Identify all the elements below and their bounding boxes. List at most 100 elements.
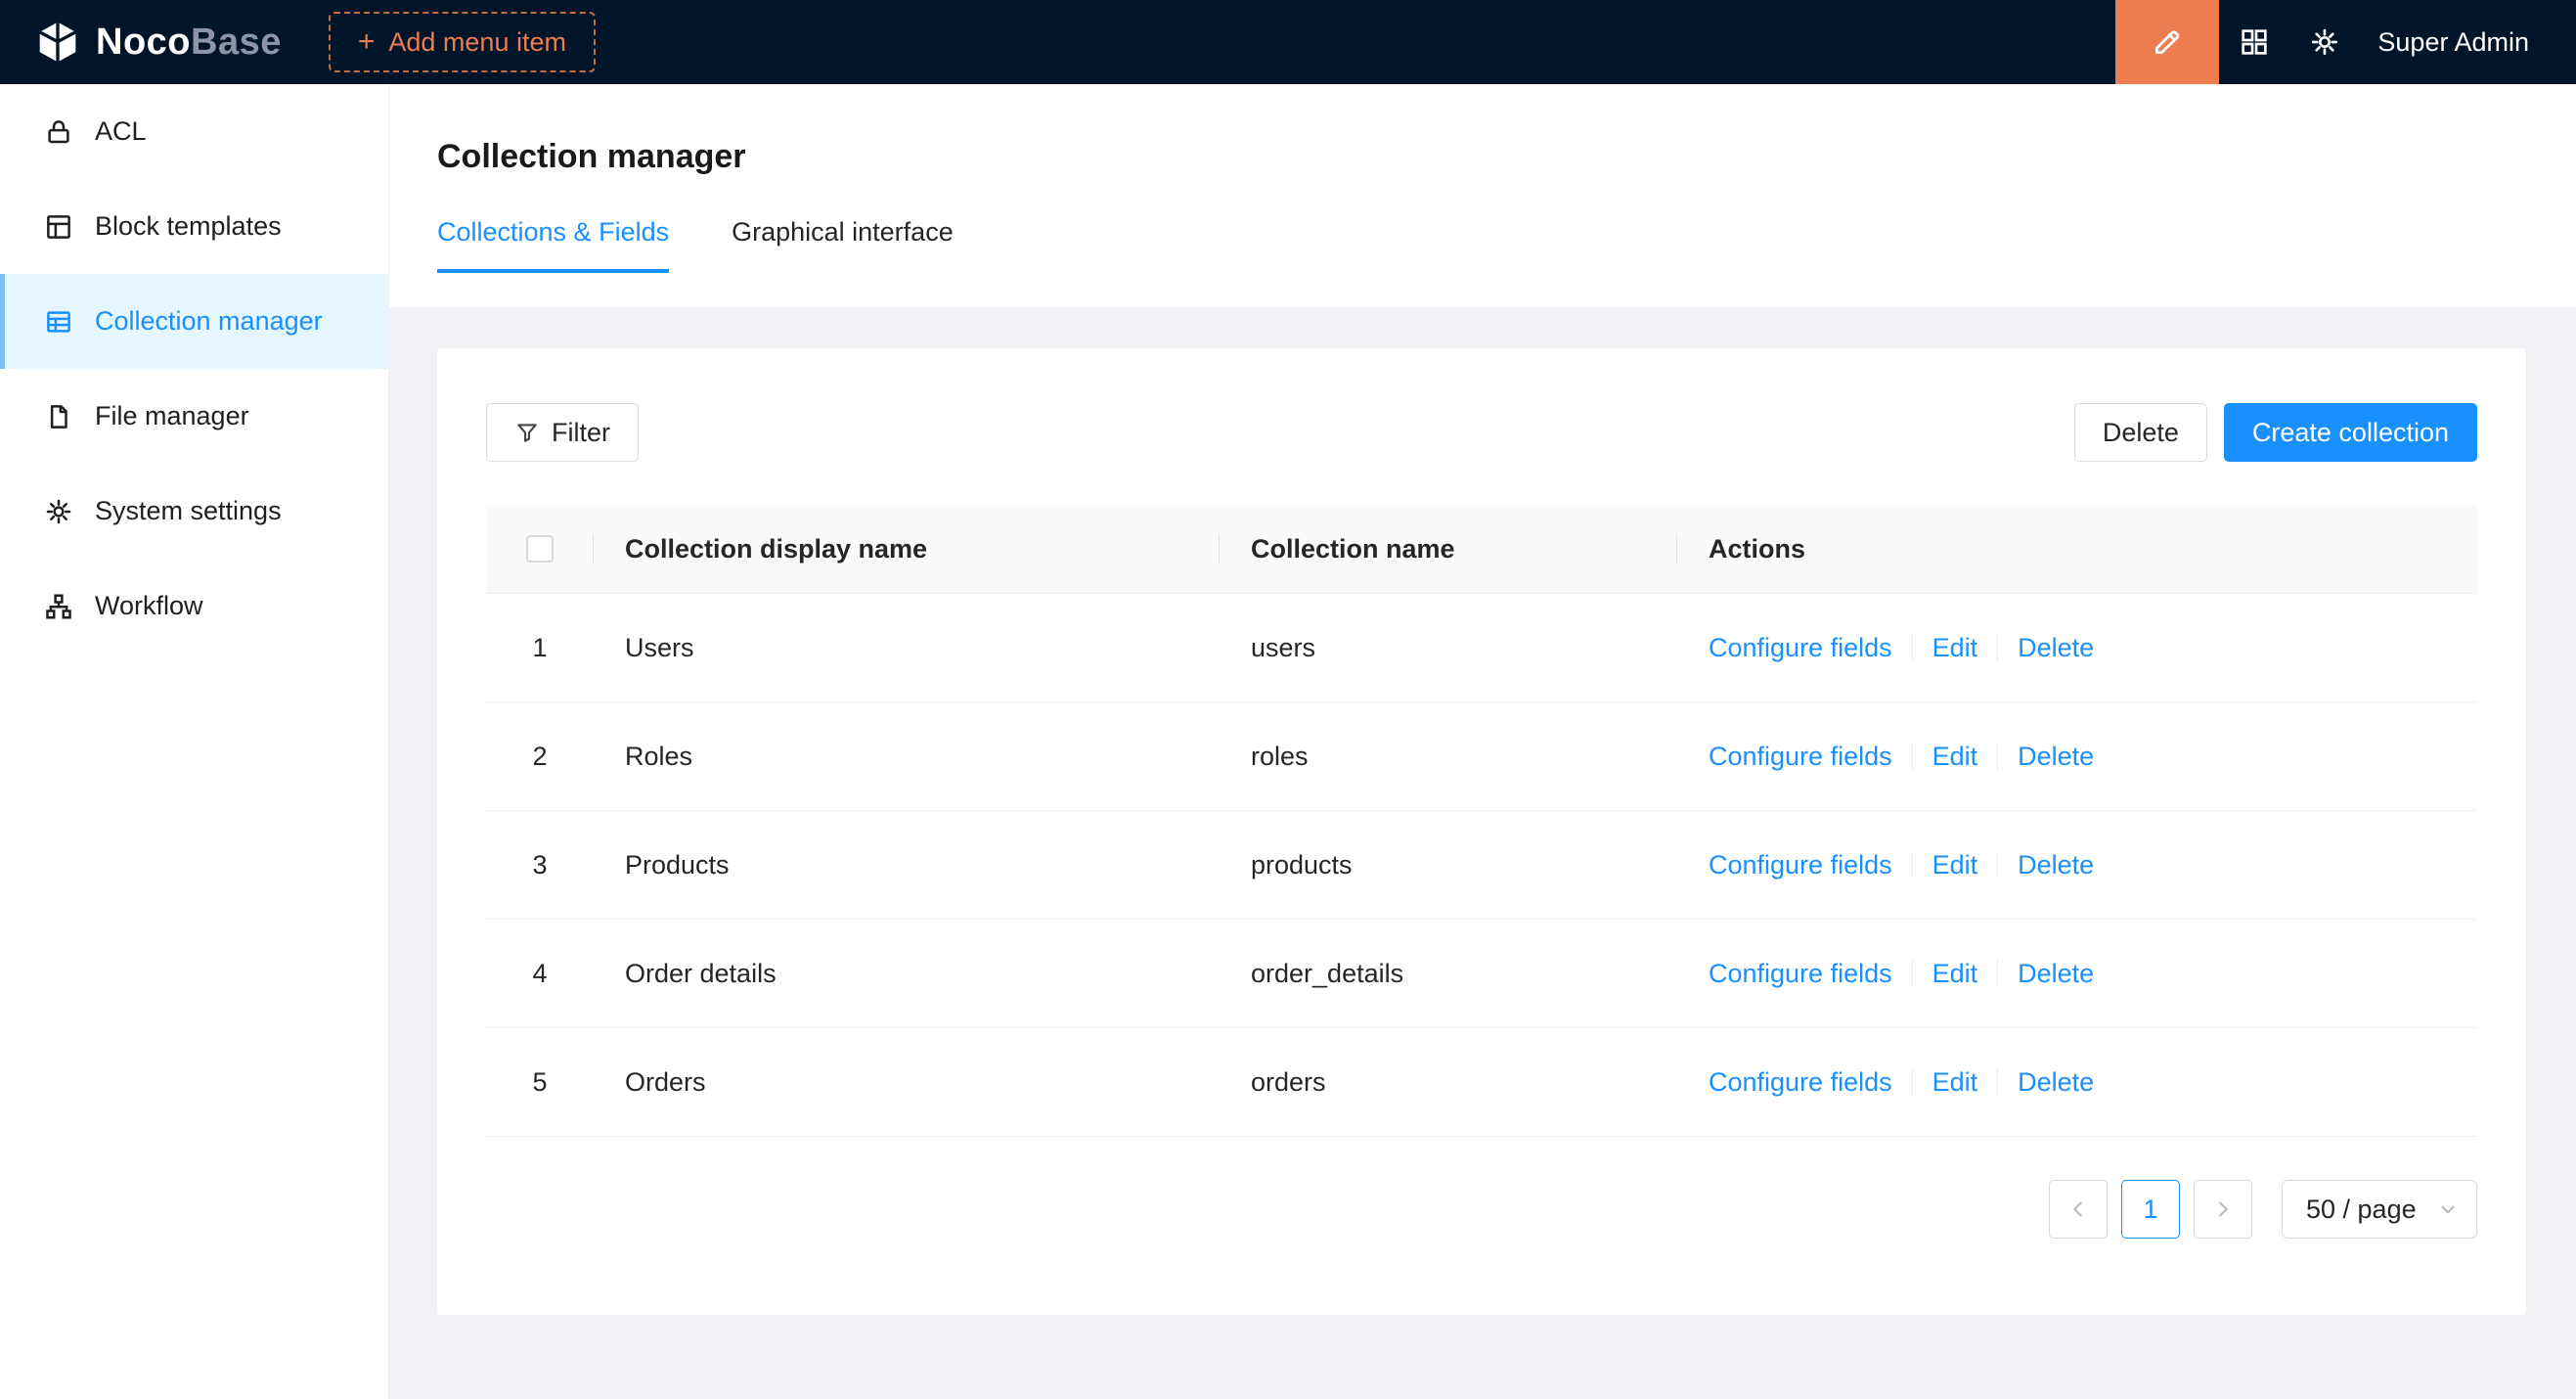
collections-card: Filter Delete Create collection: [437, 348, 2526, 1315]
header-cell-actions: Actions: [1677, 505, 2477, 593]
sidebar-item-acl[interactable]: ACL: [0, 84, 388, 179]
cell-display-name: Orders: [594, 1067, 1220, 1098]
cell-collection-name: order_details: [1220, 959, 1677, 989]
sidebar-item-file-manager[interactable]: File manager: [0, 369, 388, 464]
sidebar-item-workflow[interactable]: Workflow: [0, 559, 388, 654]
highlighter-icon: [2151, 25, 2184, 59]
delete-link[interactable]: Delete: [2018, 850, 2094, 880]
user-menu[interactable]: Super Admin: [2377, 27, 2529, 58]
sidebar-item-label: Collection manager: [95, 306, 323, 337]
edit-link[interactable]: Edit: [1932, 633, 1978, 663]
chevron-right-icon: [2212, 1198, 2234, 1220]
action-divider: [1997, 851, 1998, 879]
configure-fields-link[interactable]: Configure fields: [1709, 633, 1892, 663]
gear-icon: [44, 497, 73, 526]
delete-link[interactable]: Delete: [2018, 742, 2094, 772]
header-cell-select: [486, 505, 594, 593]
sidebar-item-system-settings[interactable]: System settings: [0, 464, 388, 559]
table-row: 3 Products products Configure fields Edi…: [486, 811, 2477, 920]
configure-fields-link[interactable]: Configure fields: [1709, 742, 1892, 772]
cell-collection-name: orders: [1220, 1067, 1677, 1098]
sidebar-item-label: System settings: [95, 496, 282, 526]
cell-collection-name: roles: [1220, 742, 1677, 772]
cell-display-name: Roles: [594, 742, 1220, 772]
gear-icon: [2309, 26, 2340, 58]
edit-link[interactable]: Edit: [1932, 742, 1978, 772]
pagination-prev-button[interactable]: [2049, 1180, 2108, 1239]
chevron-down-icon: [2437, 1198, 2459, 1220]
header-cell-collection-name: Collection name: [1220, 505, 1677, 593]
create-collection-label: Create collection: [2252, 418, 2449, 448]
cell-display-name: Products: [594, 850, 1220, 880]
edit-link[interactable]: Edit: [1932, 959, 1978, 989]
delete-label: Delete: [2103, 418, 2179, 448]
pagination: 1 50 / page: [486, 1180, 2477, 1239]
row-index: 3: [486, 850, 594, 880]
page-title: Collection manager: [437, 138, 2576, 176]
cell-collection-name: products: [1220, 850, 1677, 880]
delete-link[interactable]: Delete: [2018, 959, 2094, 989]
delete-link[interactable]: Delete: [2018, 633, 2094, 663]
logo[interactable]: NocoBase: [0, 18, 282, 67]
row-index: 4: [486, 959, 594, 989]
cell-collection-name: users: [1220, 633, 1677, 663]
add-menu-item-button[interactable]: + Add menu item: [329, 12, 596, 72]
configure-fields-link[interactable]: Configure fields: [1709, 959, 1892, 989]
filter-label: Filter: [552, 418, 610, 448]
row-index: 2: [486, 742, 594, 772]
action-divider: [1997, 634, 1998, 661]
file-icon: [44, 402, 73, 431]
sidebar-item-label: Workflow: [95, 591, 203, 621]
tab-graphical-interface[interactable]: Graphical interface: [732, 217, 954, 273]
delete-button[interactable]: Delete: [2074, 403, 2207, 462]
action-divider: [1912, 634, 1913, 661]
configure-fields-link[interactable]: Configure fields: [1709, 850, 1892, 880]
cell-display-name: Users: [594, 633, 1220, 663]
pagination-page-1[interactable]: 1: [2121, 1180, 2180, 1239]
sidebar-item-block-templates[interactable]: Block templates: [0, 179, 388, 274]
table-header-row: Collection display name Collection name …: [486, 505, 2477, 594]
filter-funnel-icon: [514, 420, 540, 445]
filter-button[interactable]: Filter: [486, 403, 639, 462]
table-row: 1 Users users Configure fields Edit Dele…: [486, 594, 2477, 702]
appstore-grid-icon: [2239, 26, 2270, 58]
settings-button[interactable]: [2289, 0, 2360, 84]
sidebar-item-collection-manager[interactable]: Collection manager: [0, 274, 388, 369]
row-index: 1: [486, 633, 594, 663]
pagination-next-button[interactable]: [2194, 1180, 2252, 1239]
page-header: Collection manager Collections & Fields …: [389, 84, 2576, 307]
layout-icon: [44, 212, 73, 242]
action-divider: [1912, 743, 1913, 770]
collections-table: Collection display name Collection name …: [486, 505, 2477, 1137]
tab-collections-fields[interactable]: Collections & Fields: [437, 217, 669, 273]
table-row: 5 Orders orders Configure fields Edit De…: [486, 1028, 2477, 1137]
sidebar-item-label: ACL: [95, 116, 147, 147]
configure-fields-link[interactable]: Configure fields: [1709, 1067, 1892, 1098]
chevron-left-icon: [2067, 1198, 2089, 1220]
page-size-select[interactable]: 50 / page: [2282, 1180, 2477, 1239]
lock-icon: [44, 117, 73, 147]
content-area: Filter Delete Create collection: [389, 307, 2576, 1399]
sidebar: ACL Block templates Collection manager: [0, 84, 389, 1399]
edit-link[interactable]: Edit: [1932, 1067, 1978, 1098]
header-cell-display-name: Collection display name: [594, 505, 1220, 593]
action-divider: [1997, 960, 1998, 987]
action-divider: [1912, 960, 1913, 987]
workflow-icon: [44, 592, 73, 621]
ui-editor-toggle-button[interactable]: [2115, 0, 2219, 84]
cell-display-name: Order details: [594, 959, 1220, 989]
select-all-checkbox[interactable]: [526, 535, 554, 563]
table-icon: [44, 307, 73, 337]
plugins-button[interactable]: [2219, 0, 2289, 84]
logo-text: NocoBase: [96, 22, 282, 64]
tab-bar: Collections & Fields Graphical interface: [437, 217, 2576, 273]
create-collection-button[interactable]: Create collection: [2224, 403, 2477, 462]
delete-link[interactable]: Delete: [2018, 1067, 2094, 1098]
action-divider: [1997, 1068, 1998, 1096]
plus-icon: +: [358, 27, 376, 57]
app-header: NocoBase + Add menu item Super Admin: [0, 0, 2576, 84]
nocobase-logo-icon: [33, 18, 82, 67]
page-size-value: 50 / page: [2306, 1195, 2417, 1225]
action-divider: [1997, 743, 1998, 770]
edit-link[interactable]: Edit: [1932, 850, 1978, 880]
